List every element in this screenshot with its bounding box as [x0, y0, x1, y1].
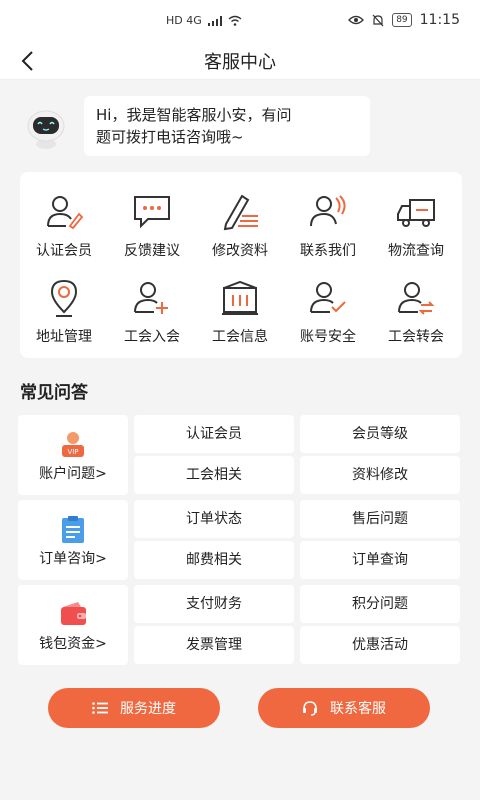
service-label: 修改资料 — [212, 243, 268, 259]
eye-icon — [348, 15, 365, 25]
faq-category-orders[interactable]: 订单咨询> — [18, 500, 128, 580]
faq-category-label: 订单咨询> — [39, 551, 107, 567]
faq-question[interactable]: 会员等级 — [300, 415, 460, 453]
bot-message-line-2: 题可拨打电话咨询哦~ — [96, 128, 244, 146]
faq-question[interactable]: 订单查询 — [300, 541, 460, 579]
svg-text:VIP: VIP — [67, 448, 78, 456]
service-union-info[interactable]: 工会信息 — [196, 268, 284, 348]
contact-service-button[interactable]: 联系客服 — [258, 688, 430, 728]
faq-question[interactable]: 订单状态 — [134, 500, 294, 538]
service-label: 地址管理 — [36, 329, 92, 345]
status-bar: HD 4G 89 11:15 — [0, 0, 480, 44]
location-pin-icon — [50, 279, 78, 317]
service-label: 认证会员 — [36, 243, 92, 259]
building-icon — [222, 280, 258, 315]
bot-message-line-1: Hi，我是智能客服小安，有问 — [96, 106, 292, 124]
faq-question[interactable]: 邮费相关 — [134, 541, 294, 579]
service-feedback[interactable]: 反馈建议 — [108, 182, 196, 262]
user-transfer-icon — [398, 282, 435, 315]
vip-user-icon: VIP — [62, 432, 84, 457]
service-account-security[interactable]: 账号安全 — [284, 268, 372, 348]
network-indicator: HD 4G — [166, 14, 242, 27]
faq-question[interactable]: 支付财务 — [134, 585, 294, 623]
bot-message-bubble: Hi，我是智能客服小安，有问 题可拨打电话咨询哦~ — [84, 96, 370, 156]
service-label: 物流查询 — [388, 243, 444, 259]
service-label: 联系我们 — [300, 243, 356, 259]
pencil-doc-icon — [223, 194, 258, 231]
faq-question[interactable]: 工会相关 — [134, 456, 294, 494]
service-label: 工会信息 — [212, 329, 268, 345]
robot-icon — [27, 110, 65, 149]
service-edit-profile[interactable]: 修改资料 — [196, 182, 284, 262]
user-edit-icon — [47, 196, 84, 230]
service-progress-button[interactable]: 服务进度 — [48, 688, 220, 728]
service-grid: 认证会员 反馈建议 修改资料 联系我们 物流查询 地址管理 工会入会 工会信息 … — [20, 172, 462, 358]
faq-category-label: 钱包资金> — [39, 636, 107, 652]
service-label: 工会转会 — [388, 329, 444, 345]
wallet-icon — [61, 602, 86, 625]
service-address[interactable]: 地址管理 — [20, 268, 108, 348]
user-call-icon — [310, 195, 346, 227]
service-label: 账号安全 — [300, 329, 356, 345]
service-label: 工会入会 — [124, 329, 180, 345]
user-check-icon — [310, 282, 346, 313]
bot-avatar — [24, 108, 68, 150]
faq-question[interactable]: 积分问题 — [300, 585, 460, 623]
signal-icon — [207, 15, 222, 26]
status-right: 89 11:15 — [348, 12, 460, 28]
network-text: HD 4G — [166, 14, 202, 27]
truck-icon — [397, 199, 435, 227]
title-bar: 客服中心 — [0, 44, 480, 80]
faq-question[interactable]: 资料修改 — [300, 456, 460, 494]
chat-bubble-icon — [134, 196, 170, 229]
user-add-icon — [134, 282, 168, 314]
list-icon — [92, 702, 108, 714]
contact-service-label: 联系客服 — [330, 701, 386, 717]
battery-icon: 89 — [392, 13, 412, 27]
faq-question[interactable]: 发票管理 — [134, 626, 294, 664]
faq-section-title: 常见问答 — [20, 383, 88, 403]
service-logistics[interactable]: 物流查询 — [372, 182, 460, 262]
headset-icon — [303, 701, 317, 716]
service-verify-member[interactable]: 认证会员 — [20, 182, 108, 262]
page-title: 客服中心 — [204, 52, 276, 73]
service-union-transfer[interactable]: 工会转会 — [372, 268, 460, 348]
service-label: 反馈建议 — [124, 243, 180, 259]
service-contact-us[interactable]: 联系我们 — [284, 182, 372, 262]
service-progress-label: 服务进度 — [120, 701, 176, 717]
faq-question[interactable]: 售后问题 — [300, 500, 460, 538]
mute-bell-icon — [372, 14, 384, 26]
faq-category-wallet[interactable]: 钱包资金> — [18, 585, 128, 665]
faq-category-label: 账户问题> — [39, 466, 107, 482]
faq-question[interactable]: 认证会员 — [134, 415, 294, 453]
clipboard-icon — [62, 516, 84, 543]
service-union-join[interactable]: 工会入会 — [108, 268, 196, 348]
clock: 11:15 — [419, 12, 460, 28]
wifi-icon — [228, 15, 242, 26]
faq-question[interactable]: 优惠活动 — [300, 626, 460, 664]
faq-category-account[interactable]: VIP 账户问题> — [18, 415, 128, 495]
